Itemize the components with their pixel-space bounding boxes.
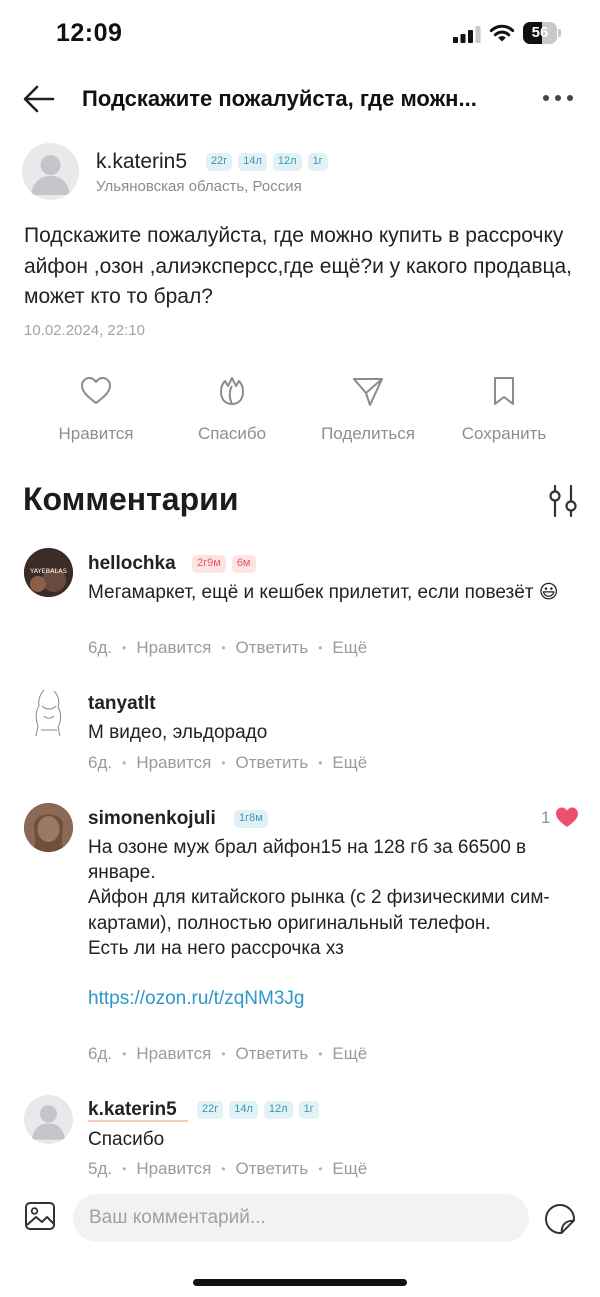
avatar-text: YAYEBALAS <box>29 567 67 575</box>
thanks-button[interactable]: Спасибо <box>167 370 297 450</box>
image-icon[interactable] <box>24 1201 56 1231</box>
badge: 12л <box>272 153 302 171</box>
comment-text-line: Есть ли на него рассрочка хз <box>88 937 344 959</box>
comment-like-button[interactable]: Нравится <box>136 1159 211 1179</box>
avatar-sketch-icon <box>35 689 62 737</box>
comment-time: 6д. <box>88 1044 113 1063</box>
default-avatar-icon <box>31 1105 66 1140</box>
heart-filled-icon[interactable] <box>555 806 579 828</box>
comments-title: Комментарии <box>23 481 239 517</box>
status-bar: 12:09 56 <box>0 0 600 68</box>
comment-time: 5д. <box>88 1159 113 1178</box>
share-label: Поделиться <box>321 424 415 443</box>
comment-author[interactable]: tanyatlt <box>88 693 156 715</box>
comment-more-button[interactable]: Ещё <box>332 1044 367 1064</box>
comment-meta: 6д. • Нравится • Ответить • Ещё <box>88 1044 368 1064</box>
share-icon <box>353 378 383 406</box>
comment-reply-button[interactable]: Ответить <box>236 753 309 773</box>
badge: 22г <box>206 153 233 171</box>
comment-more-button[interactable]: Ещё <box>332 1159 367 1179</box>
comment-like-button[interactable]: Нравится <box>136 753 211 773</box>
comment-more-button[interactable]: Ещё <box>332 753 367 773</box>
comment-text-line: На озоне муж брал айфон15 на 128 гб за 6… <box>88 837 527 884</box>
bookmark-icon <box>494 377 514 405</box>
comment-author[interactable]: hellochka <box>88 553 176 575</box>
thanks-flower-icon <box>220 377 244 405</box>
like-button[interactable]: Нравится <box>31 370 161 450</box>
save-button[interactable]: Сохранить <box>439 370 569 450</box>
top-nav-bar: Подскажите пожалуйста, где можн... <box>0 70 600 128</box>
comment-reply-button[interactable]: Ответить <box>236 1044 309 1064</box>
name-underline <box>88 1120 188 1122</box>
comment-text: Спасибо <box>88 1129 165 1150</box>
avatar-photo-icon: YAYEBALAS <box>24 548 73 597</box>
battery-level: 56 <box>531 24 549 41</box>
like-label: Нравится <box>58 424 134 443</box>
post-actions: Нравится Спасибо Поделиться Сохранить <box>0 370 600 450</box>
author-name[interactable]: k.katerin5 <box>96 150 187 174</box>
wifi-icon <box>489 24 515 42</box>
default-avatar-icon <box>31 155 70 195</box>
home-indicator <box>193 1279 407 1286</box>
more-icon[interactable] <box>540 88 576 108</box>
comment-text: М видео, эльдорадо <box>88 722 268 743</box>
save-label: Сохранить <box>461 424 547 443</box>
badge: 12л <box>263 1101 293 1119</box>
comment-like-count: 1 <box>541 808 551 827</box>
author-avatar[interactable] <box>22 143 79 200</box>
comment-author[interactable]: k.katerin5 <box>88 1099 177 1121</box>
comment-avatar[interactable] <box>24 686 73 738</box>
badge: 1г <box>307 153 328 171</box>
post-text: Подскажите пожалуйста, где можно купить … <box>24 224 573 308</box>
badge: 14л <box>238 153 267 171</box>
badge: 1г <box>298 1101 319 1119</box>
comment-reply-button[interactable]: Ответить <box>236 1159 309 1179</box>
comment-reply-button[interactable]: Ответить <box>236 638 309 658</box>
post-date: 10.02.2024, 22:10 <box>24 322 145 339</box>
comment-badges: 22г 14л 12л 1г <box>197 1101 319 1119</box>
filter-icon[interactable] <box>547 484 579 518</box>
heart-icon <box>81 377 111 404</box>
share-button[interactable]: Поделиться <box>303 370 433 450</box>
badge: 14л <box>229 1101 258 1119</box>
comment-meta: 5д. • Нравится • Ответить • Ещё <box>88 1159 368 1179</box>
avatar-photo-icon <box>24 803 73 852</box>
signal-icon <box>453 26 481 43</box>
comment-like-button[interactable]: Нравится <box>136 1044 211 1064</box>
header-title: Подскажите пожалуйста, где можн... <box>82 86 477 111</box>
sticker-icon[interactable] <box>543 1202 577 1236</box>
thanks-label: Спасибо <box>197 424 267 443</box>
comment-like-button[interactable]: Нравится <box>136 638 211 658</box>
comment-avatar[interactable] <box>24 1095 73 1144</box>
comment-avatar[interactable]: YAYEBALAS <box>24 548 73 597</box>
comment-badges: 2г9м 6м <box>192 555 256 573</box>
comment-composer <box>0 1190 600 1250</box>
comment-time: 6д. <box>88 753 113 772</box>
comment-link[interactable]: https://ozon.ru/t/zqNM3Jg <box>88 986 578 1011</box>
author-badges: 22г 14л 12л 1г <box>206 153 328 171</box>
status-time: 12:09 <box>56 19 123 47</box>
comment-time: 6д. <box>88 638 113 657</box>
back-arrow-icon[interactable] <box>22 84 56 114</box>
comment-author[interactable]: simonenkojuli <box>88 808 216 830</box>
badge: 2г9м <box>192 555 226 573</box>
comment-badges: 1г8м <box>234 810 268 828</box>
comment-text-line: Айфон для китайского рынка (с 2 физическ… <box>88 887 550 934</box>
comment-more-button[interactable]: Ещё <box>332 638 367 658</box>
comment-meta: 6д. • Нравится • Ответить • Ещё <box>88 753 368 773</box>
comment-text: На озоне муж брал айфон15 на 128 гб за 6… <box>88 835 578 1011</box>
badge: 1г8м <box>234 810 268 828</box>
battery-icon: 56 <box>523 22 561 44</box>
badge: 6м <box>231 555 256 573</box>
comment-text: Мегамаркет, ещё и кешбек прилетит, если … <box>88 582 559 603</box>
comment-meta: 6д. • Нравится • Ответить • Ещё <box>88 638 368 658</box>
comment-input[interactable] <box>73 1194 529 1242</box>
badge: 22г <box>197 1101 224 1119</box>
author-location: Ульяновская область, Россия <box>96 178 302 195</box>
comment-avatar[interactable] <box>24 803 73 852</box>
